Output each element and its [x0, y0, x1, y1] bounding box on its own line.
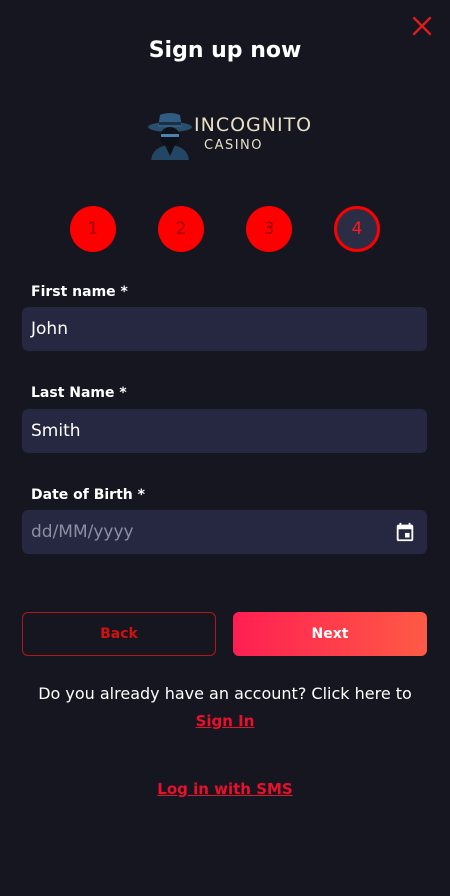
first-name-field[interactable]: John [22, 307, 427, 351]
step-2[interactable]: 2 [158, 206, 204, 252]
sms-login-link[interactable]: Log in with SMS [0, 780, 450, 798]
next-button[interactable]: Next [233, 612, 427, 656]
dob-field[interactable]: dd/MM/yyyy [22, 510, 427, 554]
dob-label: Date of Birth * [31, 487, 145, 503]
step-4[interactable]: 4 [334, 206, 380, 252]
logo-subtitle: CASINO [204, 138, 264, 153]
step-1[interactable]: 1 [70, 206, 116, 252]
back-button[interactable]: Back [22, 612, 216, 656]
close-icon [412, 16, 432, 36]
last-name-value: Smith [31, 421, 81, 441]
step-indicator: 1 2 3 4 [70, 206, 380, 252]
logo-wordmark: INCOGNITO [194, 114, 313, 136]
calendar-icon[interactable] [394, 521, 416, 543]
close-button[interactable] [410, 14, 434, 38]
detective-icon [148, 113, 192, 160]
first-name-label: First name * [31, 284, 128, 300]
signin-prompt: Do you already have an account? Click he… [38, 684, 412, 703]
last-name-label: Last Name * [31, 385, 127, 401]
step-3[interactable]: 3 [246, 206, 292, 252]
page-title: Sign up now [148, 38, 302, 63]
brand-logo: INCOGNITO CASINO [145, 108, 313, 164]
last-name-field[interactable]: Smith [22, 409, 427, 453]
signin-link[interactable]: Sign In [0, 712, 450, 730]
dob-placeholder: dd/MM/yyyy [31, 522, 134, 542]
first-name-value: John [31, 319, 68, 339]
